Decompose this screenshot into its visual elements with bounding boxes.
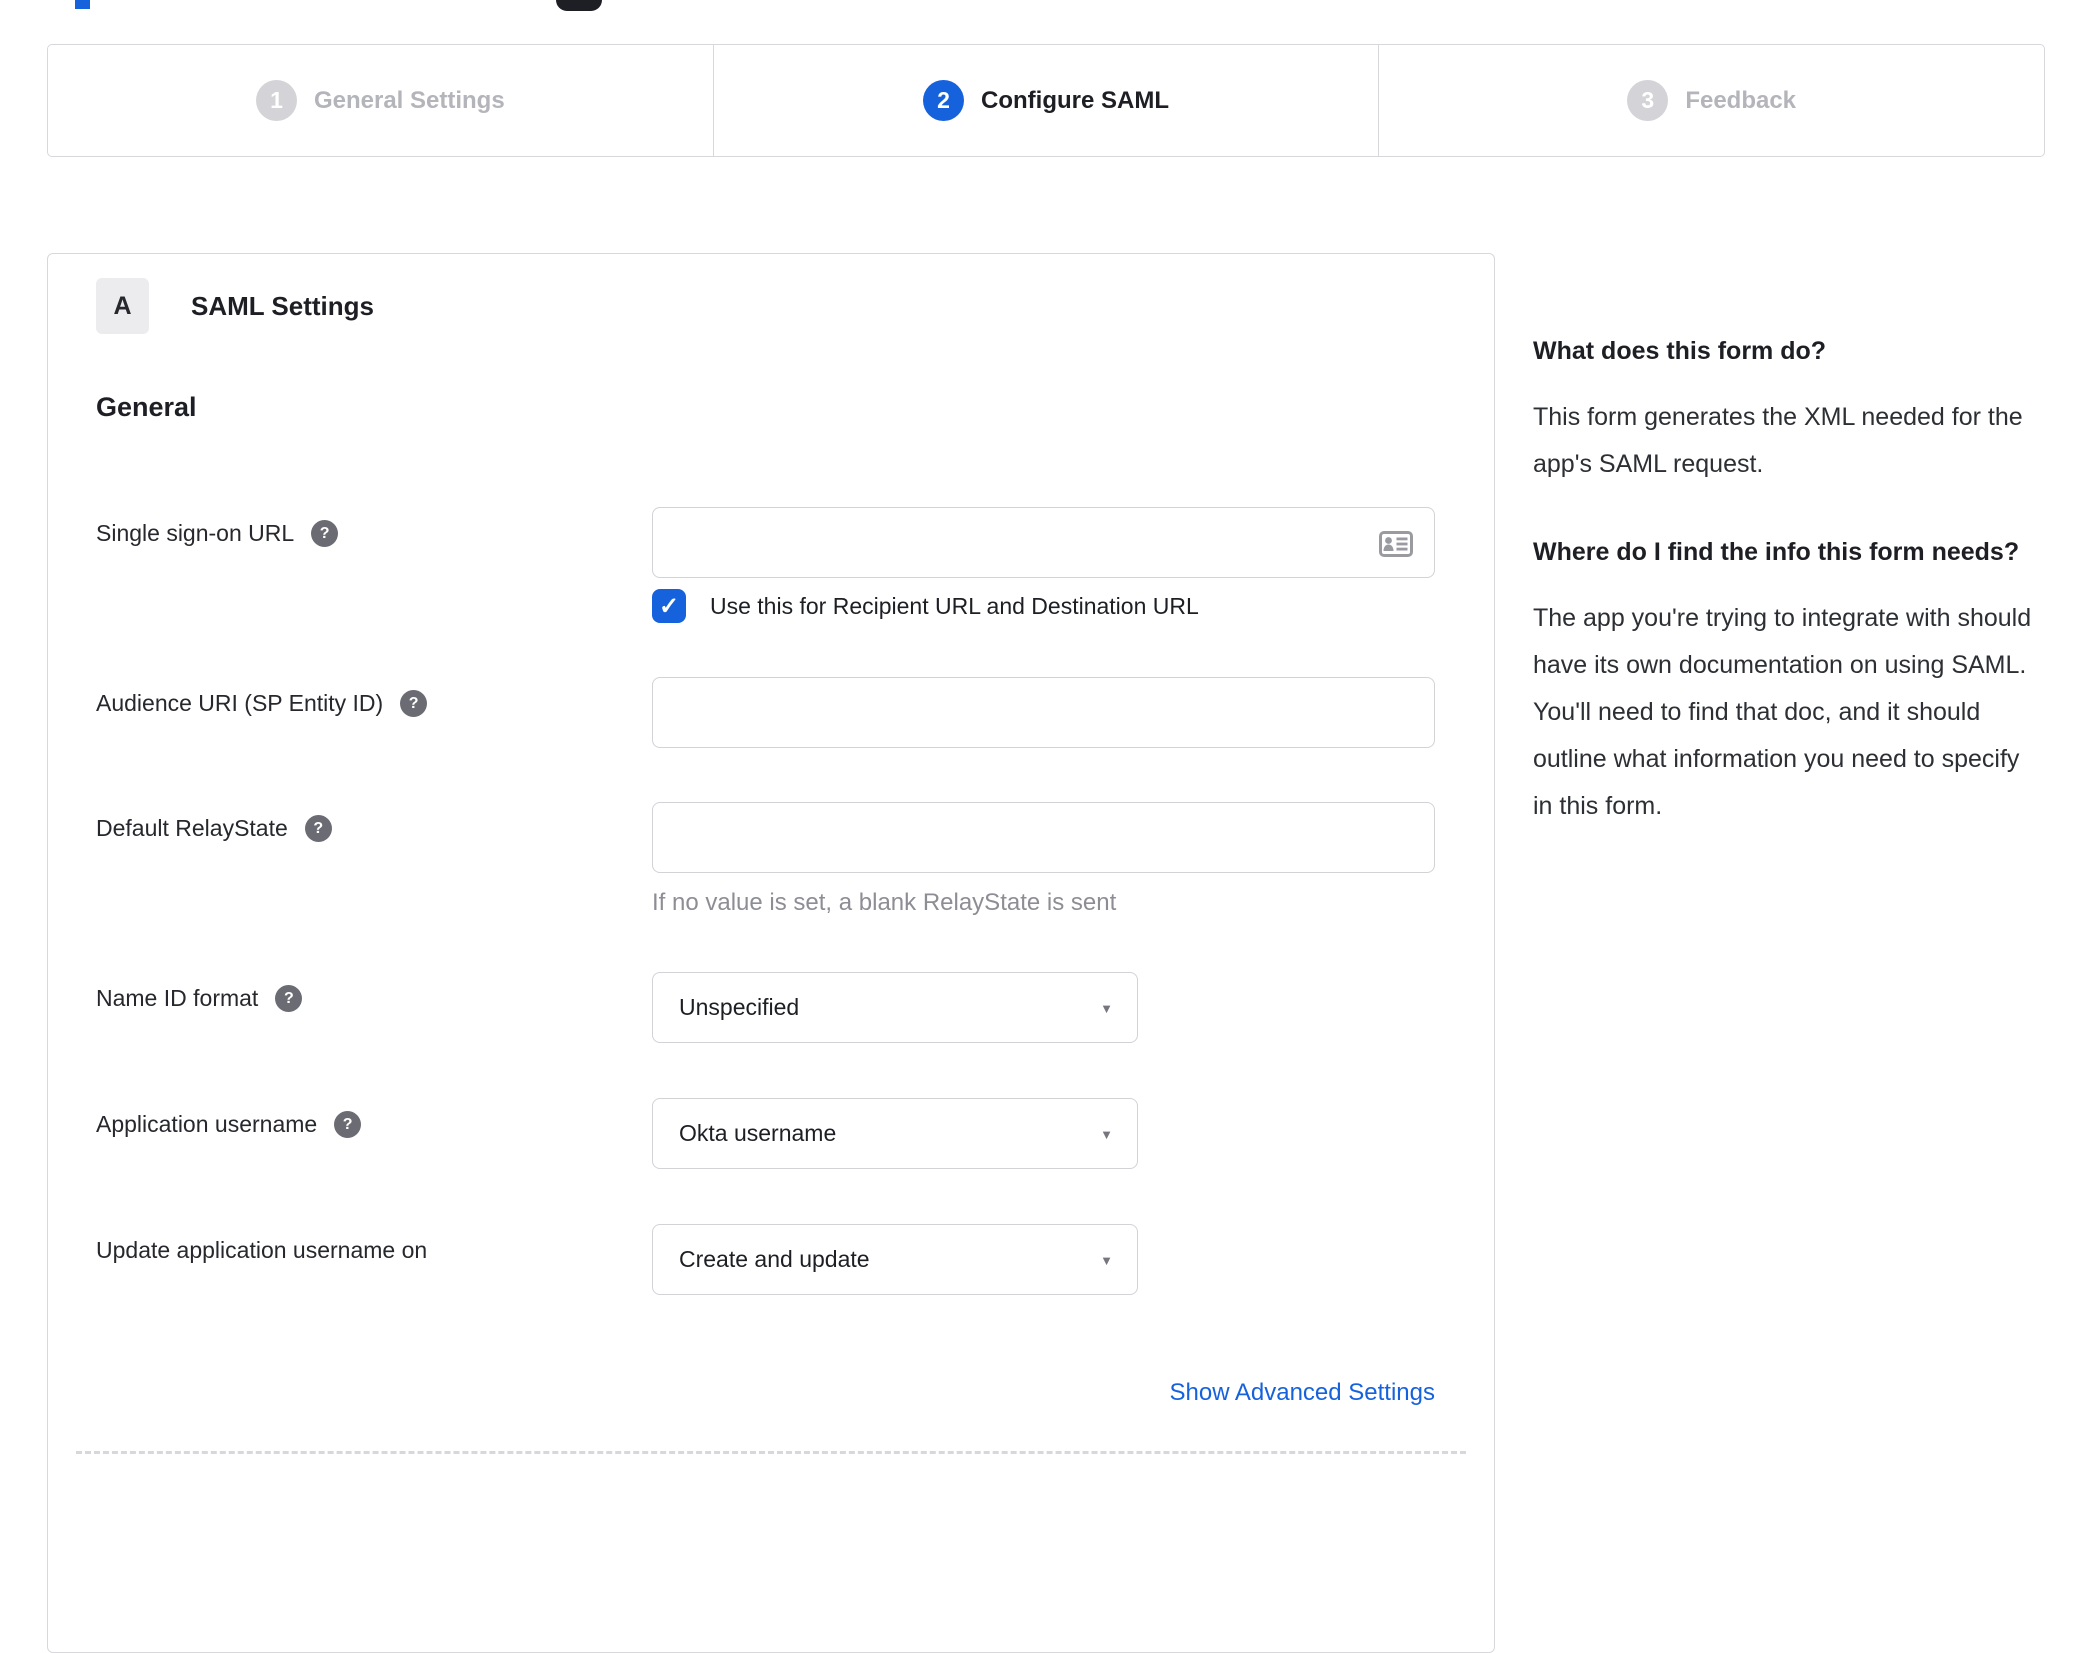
relay-state-row: Default RelayState ? If no value is set,…	[96, 802, 1494, 917]
help-block-what: What does this form do? This form genera…	[1533, 328, 2038, 488]
selected-value: Okta username	[679, 1120, 837, 1146]
audience-uri-input[interactable]	[652, 677, 1435, 748]
step-label: General Settings	[313, 86, 505, 114]
help-title: What does this form do?	[1533, 337, 1827, 365]
step-general-settings[interactable]: 1 General Settings	[48, 45, 713, 156]
step-number-badge: 2	[923, 80, 965, 121]
advanced-settings-row: Show Advanced Settings	[96, 1379, 1435, 1407]
help-block-where: Where do I find the info this form needs…	[1533, 529, 2038, 830]
audience-uri-row: Audience URI (SP Entity ID) ?	[96, 677, 1494, 748]
step-feedback[interactable]: 3 Feedback	[1378, 45, 2044, 156]
update-app-username-select[interactable]: Create and update ▼	[652, 1224, 1138, 1295]
update-app-username-row: Update application username on Create an…	[96, 1224, 1494, 1295]
step-number-badge: 1	[255, 80, 297, 121]
relay-state-label: Default RelayState	[96, 815, 288, 841]
recipient-url-checkbox-row: ✓ Use this for Recipient URL and Destina…	[652, 589, 1435, 623]
name-id-format-row: Name ID format ? Unspecified ▼	[96, 972, 1494, 1043]
show-advanced-settings-link[interactable]: Show Advanced Settings	[1169, 1379, 1435, 1406]
step-configure-saml[interactable]: 2 Configure SAML	[712, 45, 1379, 156]
sso-url-label: Single sign-on URL	[96, 520, 295, 546]
step-label: Configure SAML	[981, 86, 1169, 114]
section-badge-a: A	[96, 278, 149, 334]
help-icon[interactable]: ?	[304, 815, 332, 842]
help-body: The app you're trying to integrate with …	[1533, 604, 2032, 820]
help-title: Where do I find the info this form needs…	[1533, 538, 2020, 566]
help-icon[interactable]: ?	[334, 1111, 362, 1138]
chevron-down-icon: ▼	[1100, 1253, 1113, 1268]
cropped-dark-fragment	[556, 0, 602, 11]
step-label: Feedback	[1685, 86, 1797, 114]
help-icon[interactable]: ?	[275, 985, 303, 1012]
sso-url-input[interactable]	[652, 507, 1435, 578]
help-icon[interactable]: ?	[311, 520, 339, 547]
recipient-url-checkbox-label: Use this for Recipient URL and Destinati…	[710, 592, 1199, 619]
recipient-url-checkbox[interactable]: ✓	[652, 589, 686, 623]
section-header: A SAML Settings	[96, 278, 1494, 334]
application-username-select[interactable]: Okta username ▼	[652, 1098, 1138, 1169]
help-icon[interactable]: ?	[400, 690, 428, 717]
chevron-down-icon: ▼	[1100, 1127, 1113, 1142]
section-title: SAML Settings	[191, 290, 374, 321]
wizard-stepper: 1 General Settings 2 Configure SAML 3 Fe…	[47, 44, 2045, 157]
cropped-blue-fragment	[75, 0, 90, 9]
step-number-badge: 3	[1627, 80, 1669, 121]
name-id-format-select[interactable]: Unspecified ▼	[652, 972, 1138, 1043]
selected-value: Unspecified	[679, 994, 800, 1020]
saml-settings-panel: A SAML Settings General Single sign-on U…	[47, 253, 1495, 1653]
application-username-row: Application username ? Okta username ▼	[96, 1098, 1494, 1169]
application-username-label: Application username	[96, 1111, 318, 1137]
sso-url-row: Single sign-on URL ? ✓ Use this for Reci…	[96, 507, 1494, 623]
section-dashed-divider	[76, 1451, 1466, 1454]
name-id-format-label: Name ID format	[96, 985, 259, 1011]
general-subsection-title: General	[96, 392, 197, 422]
help-body: This form generates the XML needed for t…	[1533, 403, 2023, 478]
update-app-username-label: Update application username on	[96, 1237, 428, 1263]
relay-state-input[interactable]	[652, 802, 1435, 873]
selected-value: Create and update	[679, 1246, 870, 1272]
help-sidebar: What does this form do? This form genera…	[1533, 328, 2038, 830]
audience-uri-label: Audience URI (SP Entity ID)	[96, 690, 384, 716]
relay-state-hint: If no value is set, a blank RelayState i…	[652, 889, 1117, 916]
chevron-down-icon: ▼	[1100, 1001, 1113, 1016]
